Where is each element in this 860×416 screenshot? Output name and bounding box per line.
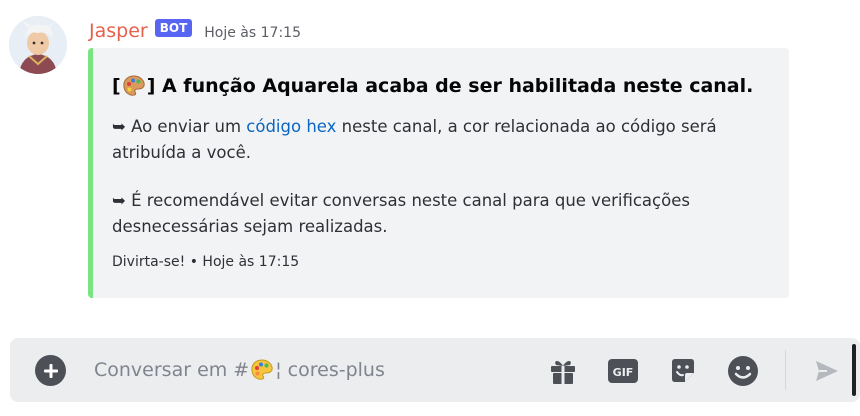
composer-divider <box>785 350 786 390</box>
bot-badge: BOT <box>154 19 193 37</box>
message-timestamp: Hoje às 17:15 <box>204 25 301 41</box>
placeholder-text: Conversar em # <box>94 359 250 381</box>
plus-icon[interactable] <box>35 355 66 386</box>
embed-footer: Divirta-se! • Hoje às 17:15 <box>112 254 299 270</box>
palette-emoji-icon <box>122 74 146 98</box>
gif-label: GIF <box>613 366 634 379</box>
message: Jasper BOT Hoje às 17:15 [ ] A função Aq… <box>0 0 860 320</box>
arrow-glyph: ➥ <box>112 117 132 136</box>
sticker-icon[interactable] <box>666 354 700 388</box>
footer-separator: • <box>185 254 203 270</box>
emoji-icon[interactable] <box>726 354 760 388</box>
message-composer: Conversar em # ¦ cores-plus GIF <box>10 338 860 402</box>
description-paragraph-2: ➥ É recomendável evitar conversas neste … <box>112 191 690 236</box>
send-icon[interactable] <box>810 354 844 388</box>
gift-icon[interactable] <box>546 354 580 388</box>
embed: [ ] A função Aquarela acaba de ser habil… <box>88 48 789 298</box>
gif-icon[interactable]: GIF <box>606 354 640 388</box>
avatar[interactable] <box>9 16 67 74</box>
description-paragraph-1: ➥ Ao enviar um código hex neste canal, a… <box>112 114 772 166</box>
embed-title: [ ] A função Aquarela acaba de ser habil… <box>112 74 753 98</box>
scrollbar[interactable] <box>852 344 856 396</box>
embed-description: ➥ Ao enviar um código hex neste canal, a… <box>112 114 772 240</box>
description-text: Ao enviar um <box>131 117 247 136</box>
username[interactable]: Jasper <box>89 20 148 42</box>
message-input[interactable]: Conversar em # ¦ cores-plus <box>94 355 534 385</box>
hex-code-link[interactable]: código hex <box>246 117 336 136</box>
message-header: Jasper BOT Hoje às 17:15 <box>89 17 301 45</box>
embed-title-text: ] A função Aquarela acaba de ser habilit… <box>146 75 754 97</box>
footer-timestamp: Hoje às 17:15 <box>202 254 300 270</box>
footer-text: Divirta-se! <box>112 254 186 270</box>
placeholder-text: ¦ cores-plus <box>275 359 385 381</box>
embed-title-prefix: [ <box>112 75 121 97</box>
palette-emoji-icon <box>250 358 274 382</box>
